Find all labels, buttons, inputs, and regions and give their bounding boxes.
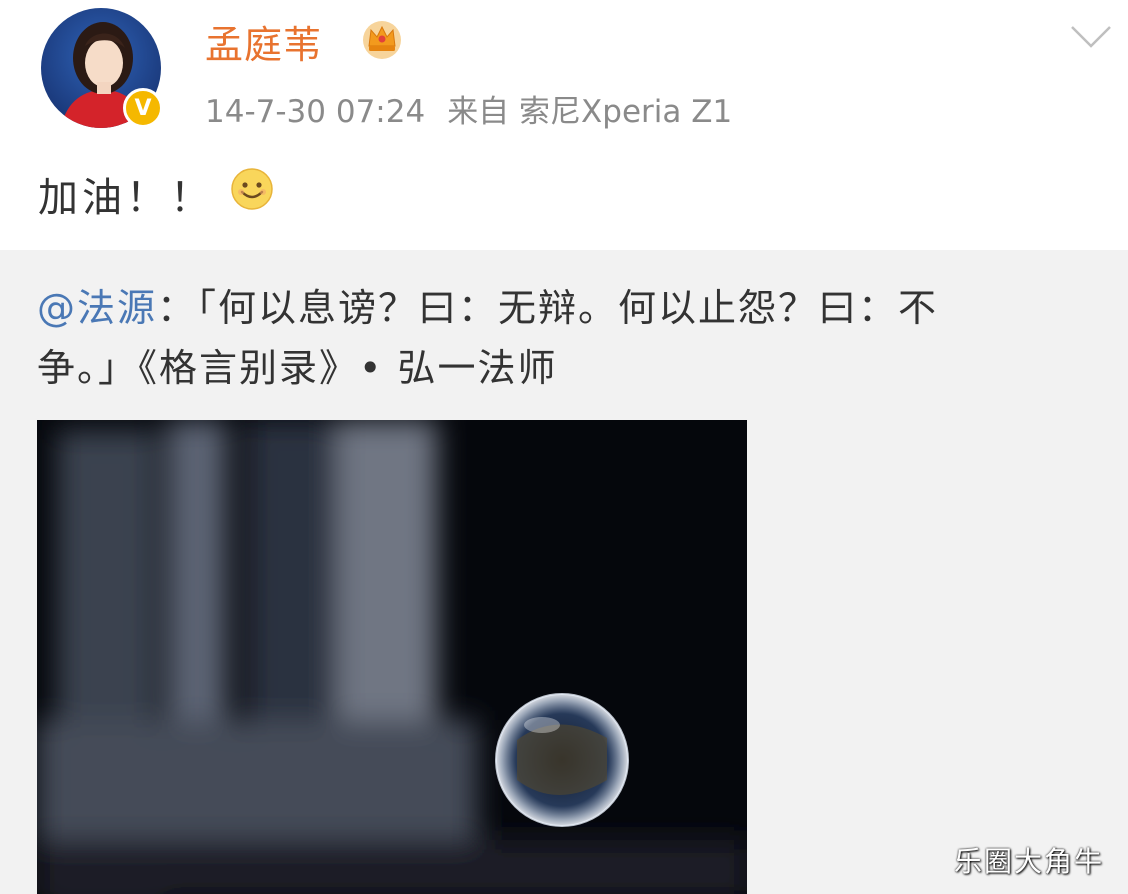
bubble-photo — [37, 420, 747, 894]
post-text: 加油！！ — [38, 175, 214, 221]
repost-text-line1: ：「何以息谤？曰：无辩。何以止怨？曰：不 — [157, 286, 939, 330]
repost-card[interactable]: @法源：「何以息谤？曰：无辩。何以止怨？曰：不 争。」《格言别录》• 弘一法师 — [0, 250, 1128, 894]
smile-icon — [231, 168, 273, 210]
post-meta: 14-7-30 07:24 来自 索尼Xperia Z1 — [205, 86, 732, 131]
chevron-down-icon[interactable] — [1069, 22, 1113, 52]
repost-text-line2: 争。」《格言别录》• 弘一法师 — [37, 346, 558, 390]
watermark: 乐圈大角牛 — [954, 845, 1105, 878]
repost-text: @法源：「何以息谤？曰：无辩。何以止怨？曰：不 争。」《格言别录》• 弘一法师 — [37, 278, 1077, 398]
timestamp[interactable]: 14-7-30 07:24 — [205, 94, 425, 130]
verified-icon: V — [123, 88, 163, 128]
repost-photo[interactable] — [37, 420, 747, 894]
post-source: 来自 索尼Xperia Z1 — [447, 94, 733, 130]
mention-link[interactable]: @法源 — [37, 286, 157, 330]
crown-icon[interactable] — [360, 16, 404, 60]
username[interactable]: 孟庭苇 — [205, 14, 322, 69]
post-header: V 孟庭苇 14-7-30 07:24 来自 索尼Xperia Z1 加油！！ — [0, 0, 1128, 250]
